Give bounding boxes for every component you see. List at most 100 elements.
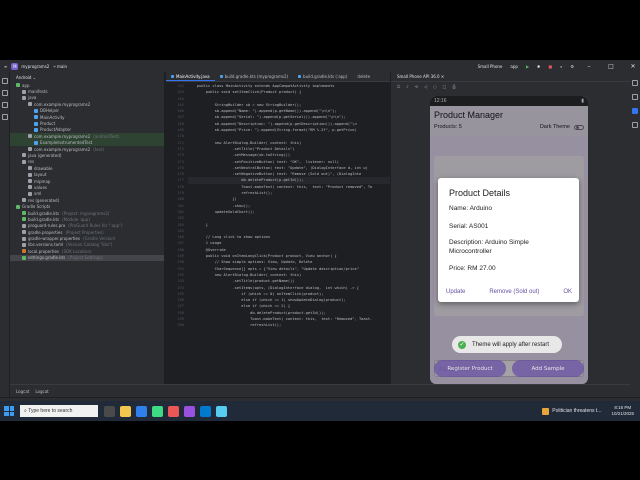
news-widget[interactable]: Politician threatens t... — [542, 407, 602, 415]
add-sample-button[interactable]: Add Sample — [512, 360, 584, 377]
taskbar-clock[interactable]: 8:16 PM 10/21/2025 — [611, 405, 634, 417]
settings-icon[interactable]: ⚙ — [570, 64, 574, 69]
file-icon — [28, 134, 32, 139]
power-icon[interactable]: ⏻ — [397, 84, 400, 89]
app-icon[interactable] — [184, 405, 195, 417]
chrome-icon[interactable] — [168, 405, 179, 417]
branch-selector[interactable]: ⑂ main — [53, 64, 67, 69]
windows-taskbar: ⌕ Type here to search Politician threate… — [0, 401, 640, 421]
tree-item-hint: (Version Catalog "libs") — [66, 242, 113, 248]
vscode-icon[interactable] — [200, 405, 211, 417]
tree-item-label: libs.versions.toml — [28, 242, 64, 248]
volume-up-icon[interactable]: ♪ — [406, 84, 409, 89]
run-config-selector[interactable]: app — [510, 64, 518, 69]
remove-button[interactable]: Remove (Sold out) — [489, 289, 539, 295]
tree-item-label: MainActivity — [40, 114, 65, 120]
phone-buttons: Register Product Add Sample — [434, 360, 584, 377]
app-icon-2[interactable] — [216, 405, 227, 417]
clock-date: 10/21/2025 — [611, 411, 634, 416]
device-manager-icon[interactable] — [632, 122, 638, 128]
rotate-icon[interactable]: ⟲ — [415, 84, 418, 89]
file-icon — [22, 153, 26, 158]
product-details-dialog: Product Details Name: Arduino Serial: AS… — [438, 178, 579, 302]
dialog-actions: Update Remove (Sold out) OK — [446, 289, 572, 295]
gradle-icon[interactable] — [632, 94, 638, 100]
windows-start-icon[interactable] — [4, 406, 14, 416]
overview-icon[interactable]: □ — [443, 84, 447, 89]
tree-item-label: layout — [34, 172, 47, 178]
home-icon[interactable]: ○ — [433, 84, 437, 89]
update-button[interactable]: Update — [446, 289, 465, 295]
debug-icon[interactable]: ✱ — [537, 64, 540, 69]
taskbar-tray: Politician threatens t... 8:16 PM 10/21/… — [542, 405, 640, 417]
register-product-button[interactable]: Register Product — [434, 360, 506, 377]
tree-item[interactable]: settings.gradle.kts (Project Settings) — [10, 254, 164, 261]
file-icon — [34, 121, 38, 126]
editor-tab-label: build.gradle.kts (:app) — [303, 74, 348, 79]
close-tab-icon[interactable]: ✕ — [441, 74, 444, 79]
find-field[interactable]: delete — [352, 72, 375, 81]
search-icon[interactable]: ⌕ — [560, 64, 562, 69]
chevron-down-icon: ⌄ — [32, 74, 37, 80]
minimize-button[interactable]: – — [582, 63, 596, 70]
tree-item-hint: (Project: myprograms2) — [62, 210, 110, 216]
edge-icon[interactable] — [136, 405, 147, 417]
back-icon[interactable]: ◁ — [424, 84, 427, 89]
logcat-tab-2[interactable]: Logcat — [35, 389, 48, 394]
file-icon — [16, 83, 20, 88]
tree-item-label: Gradle Scripts — [22, 204, 51, 210]
more-tools-icon[interactable] — [2, 114, 8, 120]
code-editor: MainActivity.java build.gradle.kts (mypro… — [166, 72, 390, 396]
code-line[interactable]: refreshList(); — [188, 322, 390, 328]
file-type-icon — [298, 75, 302, 78]
device-toolbar: ⏻ ♪ ⟲ ◁ ○ □ ⎙ — [391, 82, 630, 90]
file-icon — [22, 249, 26, 254]
file-icon — [22, 230, 26, 235]
news-text: Politician threatens t... — [552, 408, 602, 414]
file-icon — [22, 217, 26, 222]
stop-icon[interactable]: ■ — [548, 64, 552, 69]
tree-item-hint: (androidTest) — [93, 133, 120, 139]
project-tool-icon[interactable] — [2, 78, 8, 84]
main-menu-button[interactable]: ≡ — [4, 64, 7, 69]
run-icon[interactable]: ▶ — [526, 64, 529, 69]
file-icon — [28, 191, 32, 196]
editor-tab[interactable]: build.gradle.kts (myprograms2) — [215, 72, 293, 81]
screenshot-icon[interactable]: ⎙ — [452, 84, 455, 89]
task-view-icon[interactable] — [104, 405, 115, 417]
file-icon — [22, 198, 26, 203]
android-studio-icon[interactable] — [152, 405, 163, 417]
code-text[interactable]: public class MainActivity extends AppCom… — [188, 83, 390, 396]
news-icon — [542, 407, 550, 415]
logcat-tab[interactable]: Logcat — [16, 389, 29, 394]
file-icon — [22, 89, 26, 94]
tree-item-label: Product — [40, 121, 56, 127]
device-tab[interactable]: Small Phone API 36.0 — [397, 74, 440, 79]
project-view-selector[interactable]: Android ⌄ — [10, 72, 164, 82]
title-bar: ≡ M myprograms2 ⑂ main Small Phone app ▶… — [0, 60, 640, 72]
editor-tab[interactable]: build.gradle.kts (:app) — [293, 72, 352, 81]
project-badge: M — [11, 62, 19, 70]
file-icon — [34, 127, 38, 132]
ok-button[interactable]: OK — [563, 289, 572, 295]
project-selector[interactable]: M myprograms2 — [11, 62, 49, 70]
close-button[interactable]: ✕ — [626, 63, 640, 70]
code-area[interactable]: 162 163 164 165 166 167 168 169 170 171 172 173 174 1… — [166, 83, 390, 396]
commit-tool-icon[interactable] — [2, 90, 8, 96]
file-type-icon — [219, 75, 223, 78]
editor-tab-label: build.gradle.kts (myprograms2) — [224, 74, 289, 79]
device-selector[interactable]: Small Phone — [478, 64, 503, 69]
running-devices-icon[interactable] — [632, 108, 638, 114]
project-view-label: Android — [16, 74, 32, 80]
android-studio-window: ≡ M myprograms2 ⑂ main Small Phone app ▶… — [0, 60, 640, 421]
app-icon: ✓ — [458, 340, 466, 349]
notifications-icon[interactable] — [632, 80, 638, 86]
structure-tool-icon[interactable] — [2, 102, 8, 108]
tree-item-label: DBHelper — [40, 108, 60, 114]
file-explorer-icon[interactable] — [120, 405, 131, 417]
editor-tab[interactable]: MainActivity.java — [166, 72, 215, 81]
tree-item-label: gradle-wrapper.properties — [28, 236, 81, 242]
toast-text: Theme will apply after restart — [472, 341, 550, 348]
maximize-button[interactable]: □ — [604, 63, 618, 70]
taskbar-search-input[interactable]: ⌕ Type here to search — [20, 405, 98, 417]
